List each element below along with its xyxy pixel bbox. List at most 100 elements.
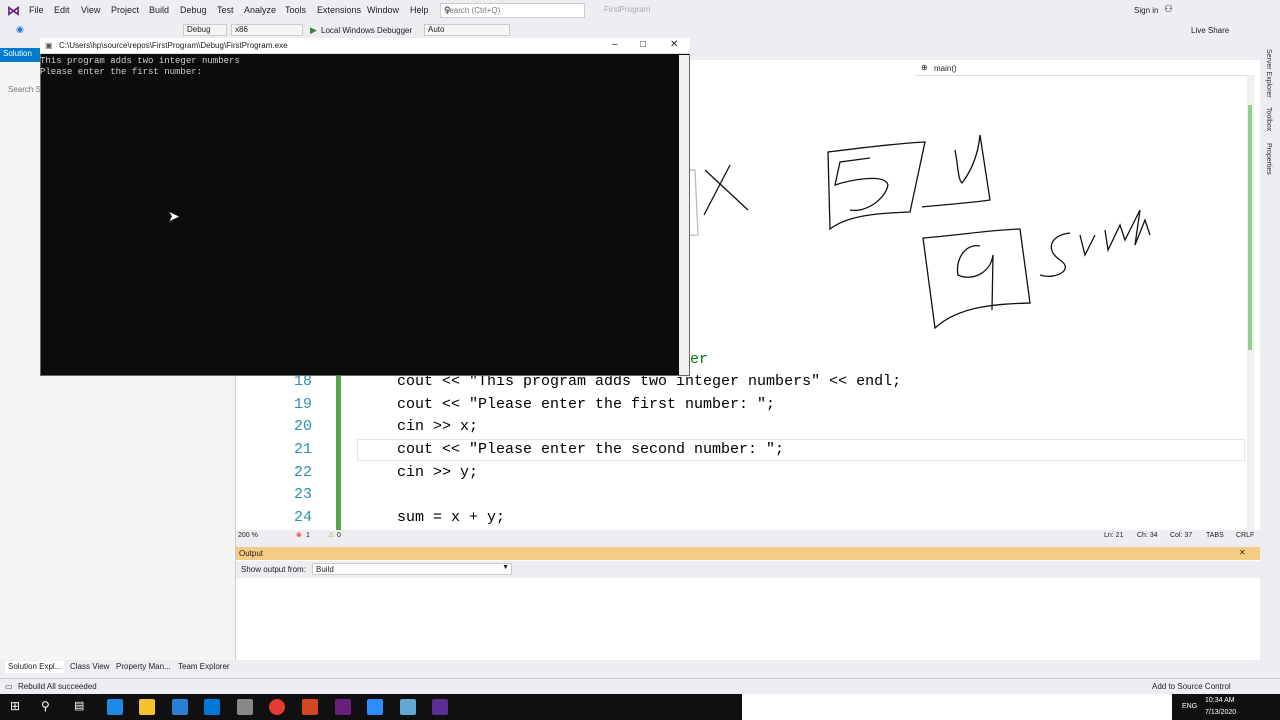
editor-scrollbar[interactable]	[1247, 75, 1254, 530]
menu-view[interactable]: View	[81, 5, 100, 15]
console-window[interactable]	[40, 38, 690, 376]
menu-edit[interactable]: Edit	[54, 5, 70, 15]
drawn-box-5	[827, 141, 926, 231]
code-line[interactable]: cin >> y;	[397, 464, 478, 481]
member-scope: main()	[934, 64, 957, 73]
store-icon[interactable]	[172, 699, 188, 715]
vs-logo-icon: ⋈	[7, 3, 20, 18]
editor-status-bar: 200 % ⊗ 1 ⚠ 0 Ln: 21 Ch: 34 Col: 37 TABS…	[236, 530, 1260, 542]
output-panel-header: Output ✕	[236, 547, 1260, 560]
close-icon[interactable]: ✕	[1239, 548, 1246, 557]
mail-icon[interactable]	[204, 699, 220, 715]
minimize-icon[interactable]: –	[612, 39, 618, 50]
line-indicator: Ln: 21	[1104, 532, 1124, 539]
chevron-down-icon: ▼	[502, 564, 509, 571]
search-icon[interactable]: ⚲	[41, 699, 50, 713]
bottom-tabs: Solution Expl... Class View Property Man…	[0, 660, 235, 674]
tab-server-explorer[interactable]: Server Explorer	[1265, 49, 1272, 98]
file-explorer-icon[interactable]	[139, 699, 155, 715]
clock-time[interactable]: 10:34 AM	[1205, 697, 1235, 704]
platform-select[interactable]: x86	[231, 24, 303, 36]
output-source-select[interactable]: Build ▼	[312, 563, 512, 575]
menu-analyze[interactable]: Analyze	[244, 5, 276, 15]
error-icon[interactable]: ⊗	[296, 531, 302, 539]
toolbar: ◉ Debug x86 ▶ Local Windows Debugger Aut…	[0, 22, 1280, 39]
drawn-x	[703, 164, 749, 216]
tab-team-explorer[interactable]: Team Explorer	[175, 661, 233, 673]
live-share-button[interactable]: Live Share	[1191, 26, 1229, 35]
line-number: 21	[293, 441, 312, 458]
edge-icon[interactable]	[107, 699, 123, 715]
zoom-level[interactable]: 200 %	[238, 532, 258, 539]
console-titlebar[interactable]: ▣ C:\Users\hp\source\repos\FirstProgram\…	[40, 38, 690, 54]
search-input[interactable]: Search (Ctrl+Q) ⚲	[440, 3, 585, 18]
code-line[interactable]: cout << "Please enter the second number:…	[397, 441, 784, 458]
windows-start-icon[interactable]: ⊞	[10, 699, 20, 713]
right-tool-tabs: Server Explorer Toolbox Properties	[1262, 45, 1280, 660]
menu-project[interactable]: Project	[111, 5, 139, 15]
account-icon[interactable]: ⚇	[1164, 4, 1173, 15]
line-number: 22	[293, 464, 312, 481]
tab-property-manager[interactable]: Property Man...	[113, 661, 174, 673]
clock-date[interactable]: 7/13/2020	[1205, 709, 1236, 716]
line-number: 24	[293, 509, 312, 526]
visual-studio-icon[interactable]	[335, 699, 351, 715]
tab-solution-explorer[interactable]: Solution Expl...	[5, 661, 65, 673]
char-indicator: Ch: 34	[1137, 532, 1158, 539]
menu-window[interactable]: Window	[367, 5, 399, 15]
menu-tools[interactable]: Tools	[285, 5, 306, 15]
sign-in-link[interactable]: Sign in	[1134, 6, 1158, 15]
partial-comment: er	[690, 351, 709, 368]
auto-select[interactable]: Auto	[424, 24, 510, 36]
config-select[interactable]: Debug	[183, 24, 227, 36]
menu-help[interactable]: Help	[410, 5, 429, 15]
menu-debug[interactable]: Debug	[180, 5, 207, 15]
warning-icon[interactable]: ⚠	[328, 531, 334, 539]
crlf-indicator[interactable]: CRLF	[1236, 532, 1254, 539]
maximize-icon[interactable]: □	[640, 39, 646, 50]
back-icon[interactable]: ◉	[16, 24, 24, 35]
calculator-icon[interactable]	[237, 699, 253, 715]
console-output-line: This program adds two integer numbers	[40, 56, 240, 66]
status-message: Rebuild All succeeded	[18, 682, 97, 691]
play-icon[interactable]: ▶	[310, 25, 317, 36]
menu-build[interactable]: Build	[149, 5, 169, 15]
tabs-indicator[interactable]: TABS	[1206, 532, 1224, 539]
code-line[interactable]: cout << "Please enter the first number: …	[397, 396, 775, 413]
code-line[interactable]: sum = x + y;	[397, 509, 505, 526]
auto-value: Auto	[428, 25, 445, 34]
powerpoint-icon[interactable]	[302, 699, 318, 715]
menu-extensions[interactable]: Extensions	[317, 5, 361, 15]
drawn-y	[921, 134, 991, 208]
error-count: 1	[306, 532, 310, 539]
zoom-icon[interactable]	[367, 699, 383, 715]
solution-explorer-tab[interactable]: Solution	[0, 48, 40, 62]
drawn-box-9	[922, 228, 1031, 330]
mouse-cursor-icon: ➤	[168, 208, 180, 224]
status-bar: ▭ Rebuild All succeeded Add to Source Co…	[0, 678, 1280, 695]
start-debugger-button[interactable]: Local Windows Debugger	[321, 26, 412, 35]
close-icon[interactable]: ✕	[670, 39, 678, 50]
status-icon: ▭	[5, 682, 13, 691]
menu-test[interactable]: Test	[217, 5, 234, 15]
output-toolbar: Show output from: Build ▼	[236, 561, 1260, 578]
config-value: Debug	[187, 25, 211, 34]
task-view-icon[interactable]: ▤	[74, 699, 84, 712]
language-indicator[interactable]: ENG	[1182, 703, 1197, 710]
tab-properties[interactable]: Properties	[1265, 143, 1272, 175]
chrome-icon[interactable]	[269, 699, 285, 715]
console-task-icon[interactable]	[432, 699, 448, 715]
member-dropdown[interactable]: ⊕ main()	[915, 62, 1255, 76]
source-control-button[interactable]: Add to Source Control	[1152, 682, 1231, 691]
console-scrollbar[interactable]	[679, 55, 689, 375]
drawn-sum	[1039, 209, 1151, 277]
tab-toolbox[interactable]: Toolbox	[1265, 107, 1272, 131]
platform-value: x86	[235, 25, 248, 34]
tab-class-view[interactable]: Class View	[67, 661, 112, 673]
line-number: 19	[293, 396, 312, 413]
solution-search[interactable]: Search S	[8, 85, 41, 94]
code-line[interactable]: cin >> x;	[397, 418, 478, 435]
line-number: 20	[293, 418, 312, 435]
notepad-icon[interactable]	[400, 699, 416, 715]
menu-file[interactable]: File	[29, 5, 44, 15]
